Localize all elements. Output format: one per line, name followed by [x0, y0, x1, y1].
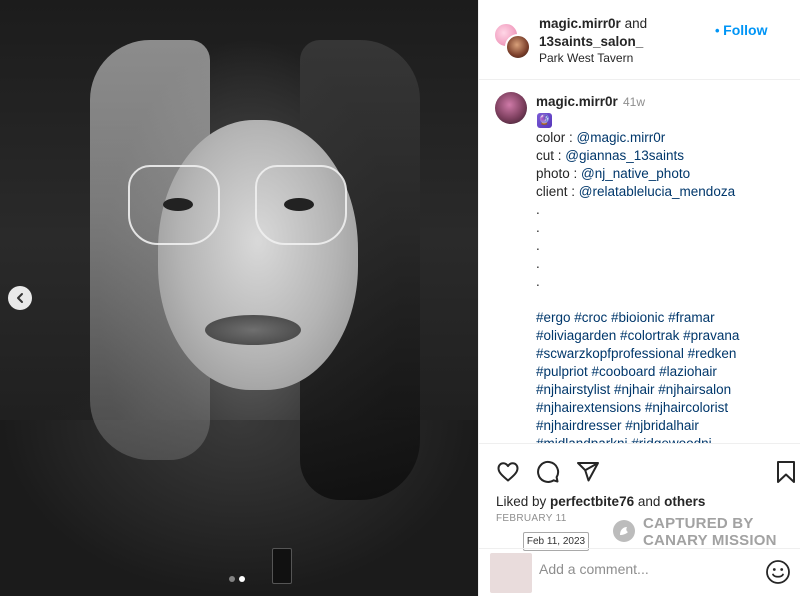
emoji-picker-button[interactable]	[765, 559, 791, 585]
hashtag-line[interactable]: #njhairstylist #njhair #njhairsalon	[536, 381, 791, 399]
send-icon	[577, 462, 599, 482]
header-and-text: and	[624, 16, 648, 31]
likes-middle: and	[634, 494, 665, 509]
crystal-ball-emoji: 🔮	[537, 113, 552, 128]
follow-label: Follow	[723, 22, 768, 38]
photo-face	[158, 120, 358, 390]
post-date[interactable]: FEBRUARY 11	[496, 513, 567, 524]
caption-text: color : @magic.mirr0r cut : @giannas_13s…	[536, 129, 791, 443]
carousel-prev-button[interactable]	[8, 286, 32, 310]
credit-line: photo : @nj_native_photo	[536, 165, 791, 183]
hashtag-line[interactable]: #pulpriot #cooboard #laziohair	[536, 363, 791, 381]
post-header: magic.mirr0r and 13saints_salon_ Park We…	[479, 0, 800, 80]
photo-glasses-left	[128, 165, 220, 245]
dot-line: .	[536, 202, 540, 217]
credit-label: photo :	[536, 166, 582, 181]
hashtag-line[interactable]: #scwarzkopfprofessional #redken	[536, 345, 791, 363]
watermark-line-1: CAPTURED BY	[643, 515, 754, 532]
post-photo	[0, 0, 478, 596]
credit-line: client : @relatablelucia_mendoza	[536, 183, 791, 201]
comment-button[interactable]	[535, 459, 561, 485]
dot-line: .	[536, 220, 540, 235]
caption-username[interactable]: magic.mirr0r	[536, 94, 618, 109]
header-username-2[interactable]: 13saints_salon_	[539, 34, 643, 49]
follow-button[interactable]: • Follow	[715, 22, 768, 38]
smiley-icon	[766, 560, 790, 584]
likes-summary: Liked by perfectbite76 and others	[496, 494, 705, 509]
dot-line: .	[536, 238, 540, 253]
chevron-left-icon	[17, 293, 23, 303]
avatar[interactable]	[495, 92, 527, 124]
post-sidebar: magic.mirr0r and 13saints_salon_ Park We…	[478, 0, 800, 596]
photo-lips	[205, 315, 301, 345]
credit-label: client :	[536, 184, 579, 199]
share-button[interactable]	[575, 459, 601, 485]
save-button[interactable]	[773, 459, 799, 485]
liker-username[interactable]: perfectbite76	[550, 494, 634, 509]
location-link[interactable]: Park West Tavern	[539, 51, 633, 65]
caption-time[interactable]: 41w	[623, 95, 645, 109]
action-bar	[479, 454, 800, 488]
dot-line: .	[536, 274, 540, 289]
credit-line: cut : @giannas_13saints	[536, 147, 791, 165]
watermark-logo-icon	[613, 520, 635, 542]
carousel-dot[interactable]	[229, 576, 235, 582]
collab-avatars[interactable]	[493, 22, 533, 62]
likes-prefix: Liked by	[496, 494, 551, 509]
header-username-1[interactable]: magic.mirr0r	[539, 16, 621, 31]
likes-others-link[interactable]: others	[664, 494, 705, 509]
avatar[interactable]	[505, 34, 531, 60]
watermark: CAPTURED BY CANARY MISSION	[613, 514, 795, 550]
watermark-text: CAPTURED BY CANARY MISSION	[643, 515, 777, 549]
follow-dot: •	[715, 23, 724, 38]
carousel-dots	[229, 576, 245, 582]
bookmark-icon	[777, 461, 795, 483]
watermark-line-2: CANARY MISSION	[643, 532, 777, 549]
caption-section: magic.mirr0r 41w 🔮 color : @magic.mirr0r…	[479, 80, 800, 444]
credit-label: cut :	[536, 148, 566, 163]
dot-line: .	[536, 256, 540, 271]
comment-icon	[537, 460, 560, 483]
hashtag-line[interactable]: #oliviagarden #colortrak #pravana	[536, 327, 791, 345]
avatar	[490, 553, 532, 593]
collab-usernames: magic.mirr0r and 13saints_salon_	[539, 15, 647, 51]
canary-bird-icon	[620, 527, 628, 535]
photo-glasses-right	[255, 165, 347, 245]
heart-icon	[497, 462, 519, 482]
like-button[interactable]	[495, 459, 521, 485]
credit-label: color :	[536, 130, 577, 145]
hashtag-line[interactable]: #njhairdresser #njbridalhair	[536, 417, 791, 435]
mention-link[interactable]: @relatablelucia_mendoza	[579, 184, 735, 199]
comment-input[interactable]	[539, 561, 749, 577]
photo-pendant	[272, 548, 292, 584]
comment-bar	[479, 548, 800, 596]
mention-link[interactable]: @magic.mirr0r	[577, 130, 666, 145]
mention-link[interactable]: @nj_native_photo	[581, 166, 690, 181]
hashtag-line[interactable]: #midlandparknj #ridgewoodnj	[536, 435, 791, 443]
mention-link[interactable]: @giannas_13saints	[565, 148, 684, 163]
credit-line: color : @magic.mirr0r	[536, 129, 791, 147]
hashtag-line[interactable]: #njhairextensions #njhaircolorist	[536, 399, 791, 417]
hashtag-line[interactable]: #ergo #croc #bioionic #framar	[536, 309, 791, 327]
carousel-dot-active[interactable]	[239, 576, 245, 582]
